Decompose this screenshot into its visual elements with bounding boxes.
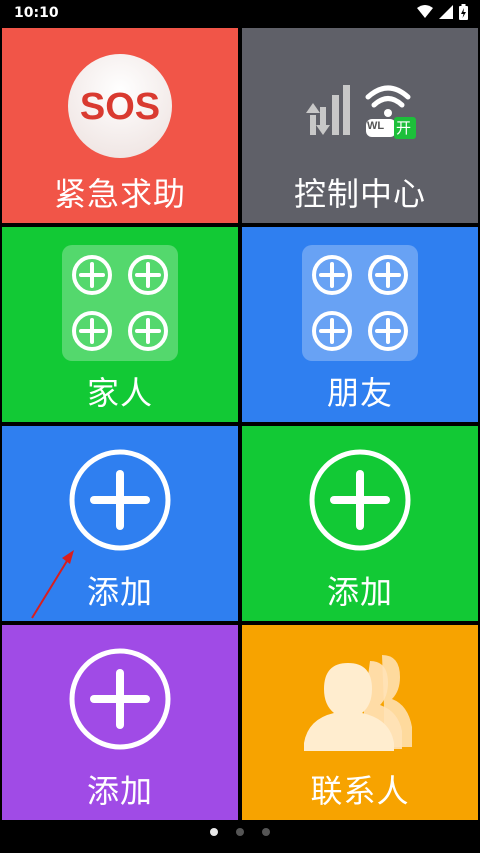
page-dot[interactable]	[236, 828, 244, 836]
contacts-icon	[304, 655, 412, 751]
status-bar: 10:10	[0, 0, 480, 26]
add-circle-icon	[69, 449, 171, 551]
tile-label: 添加	[326, 573, 393, 611]
tile-add-1[interactable]: 添加	[2, 426, 238, 621]
add-circle-icon	[69, 648, 171, 750]
tile-friends[interactable]: 朋友	[242, 227, 478, 422]
wifi-badge-text: WL	[367, 120, 385, 132]
tile-label: 紧急求助	[53, 175, 186, 213]
battery-icon	[459, 4, 468, 20]
tile-control-center[interactable]: WL 开 控制中心	[242, 28, 478, 223]
tile-label: 朋友	[326, 374, 393, 412]
page-dot[interactable]	[262, 828, 270, 836]
tile-label: 家人	[86, 374, 153, 412]
page-dot[interactable]	[210, 828, 218, 836]
tile-add-2[interactable]: 添加	[242, 426, 478, 621]
wifi-state-text: 开	[396, 119, 412, 137]
tile-label: 添加	[86, 573, 153, 611]
add-grid-icon	[302, 245, 418, 361]
tile-add-3[interactable]: 添加	[2, 625, 238, 820]
status-time: 10:10	[14, 5, 59, 21]
page-indicator	[0, 822, 480, 842]
sos-icon: SOS	[68, 54, 172, 158]
tile-label: 控制中心	[293, 175, 426, 213]
tile-label: 联系人	[310, 772, 410, 810]
wifi-status-icon	[417, 5, 433, 18]
add-circle-icon	[309, 449, 411, 551]
sos-icon-text: SOS	[80, 86, 160, 128]
tile-contacts[interactable]: 联系人	[242, 625, 478, 820]
add-grid-icon	[62, 245, 178, 361]
status-icons	[417, 4, 468, 20]
cell-signal-icon	[439, 5, 453, 19]
tile-label: 添加	[86, 772, 153, 810]
tile-family[interactable]: 家人	[2, 227, 238, 422]
tile-emergency-help[interactable]: SOS 紧急求助	[2, 28, 238, 223]
